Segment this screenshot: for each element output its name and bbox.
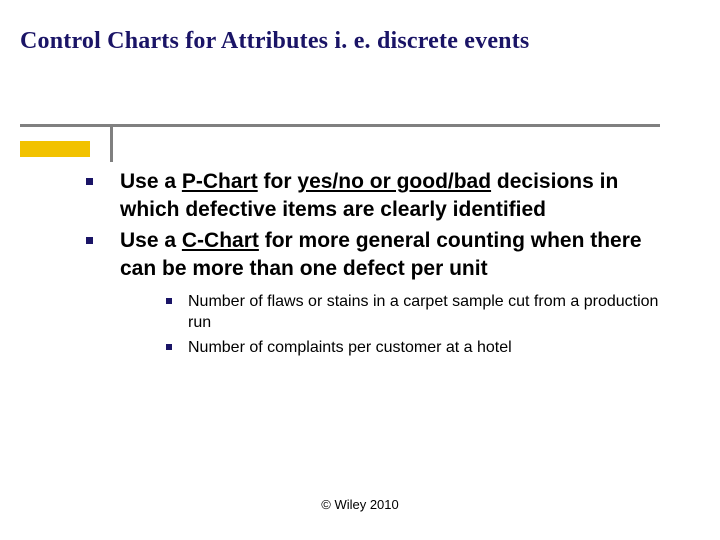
underline-p-chart: P-Chart [182,170,258,193]
sub-list: Number of flaws or stains in a carpet sa… [70,291,680,359]
square-bullet-icon [86,178,93,185]
content-area: Use a P-Chart for yes/no or good/bad dec… [70,168,680,362]
divider-horizontal [20,124,660,127]
square-bullet-icon [166,344,172,350]
sub-bullet-complaints: Number of complaints per customer at a h… [160,337,680,359]
square-bullet-icon [86,237,93,244]
square-bullet-icon [166,298,172,304]
main-list: Use a P-Chart for yes/no or good/bad dec… [70,168,680,283]
text: Number of complaints per customer at a h… [188,339,512,356]
copyright-footer: © Wiley 2010 [0,497,720,512]
slide-title: Control Charts for Attributes i. e. disc… [20,28,529,55]
text: Use a [120,229,182,252]
bullet-p-chart: Use a P-Chart for yes/no or good/bad dec… [70,168,680,223]
slide: Control Charts for Attributes i. e. disc… [0,0,720,540]
accent-bar [20,141,90,157]
underline-yesno: yes/no or good/bad [297,170,491,193]
underline-c-chart: C-Chart [182,229,259,252]
text: for [258,170,298,193]
text: Number of flaws or stains in a carpet sa… [188,293,658,332]
bullet-c-chart: Use a C-Chart for more general counting … [70,227,680,282]
text: Use a [120,170,182,193]
sub-bullet-flaws: Number of flaws or stains in a carpet sa… [160,291,680,334]
divider-vertical [110,124,113,162]
